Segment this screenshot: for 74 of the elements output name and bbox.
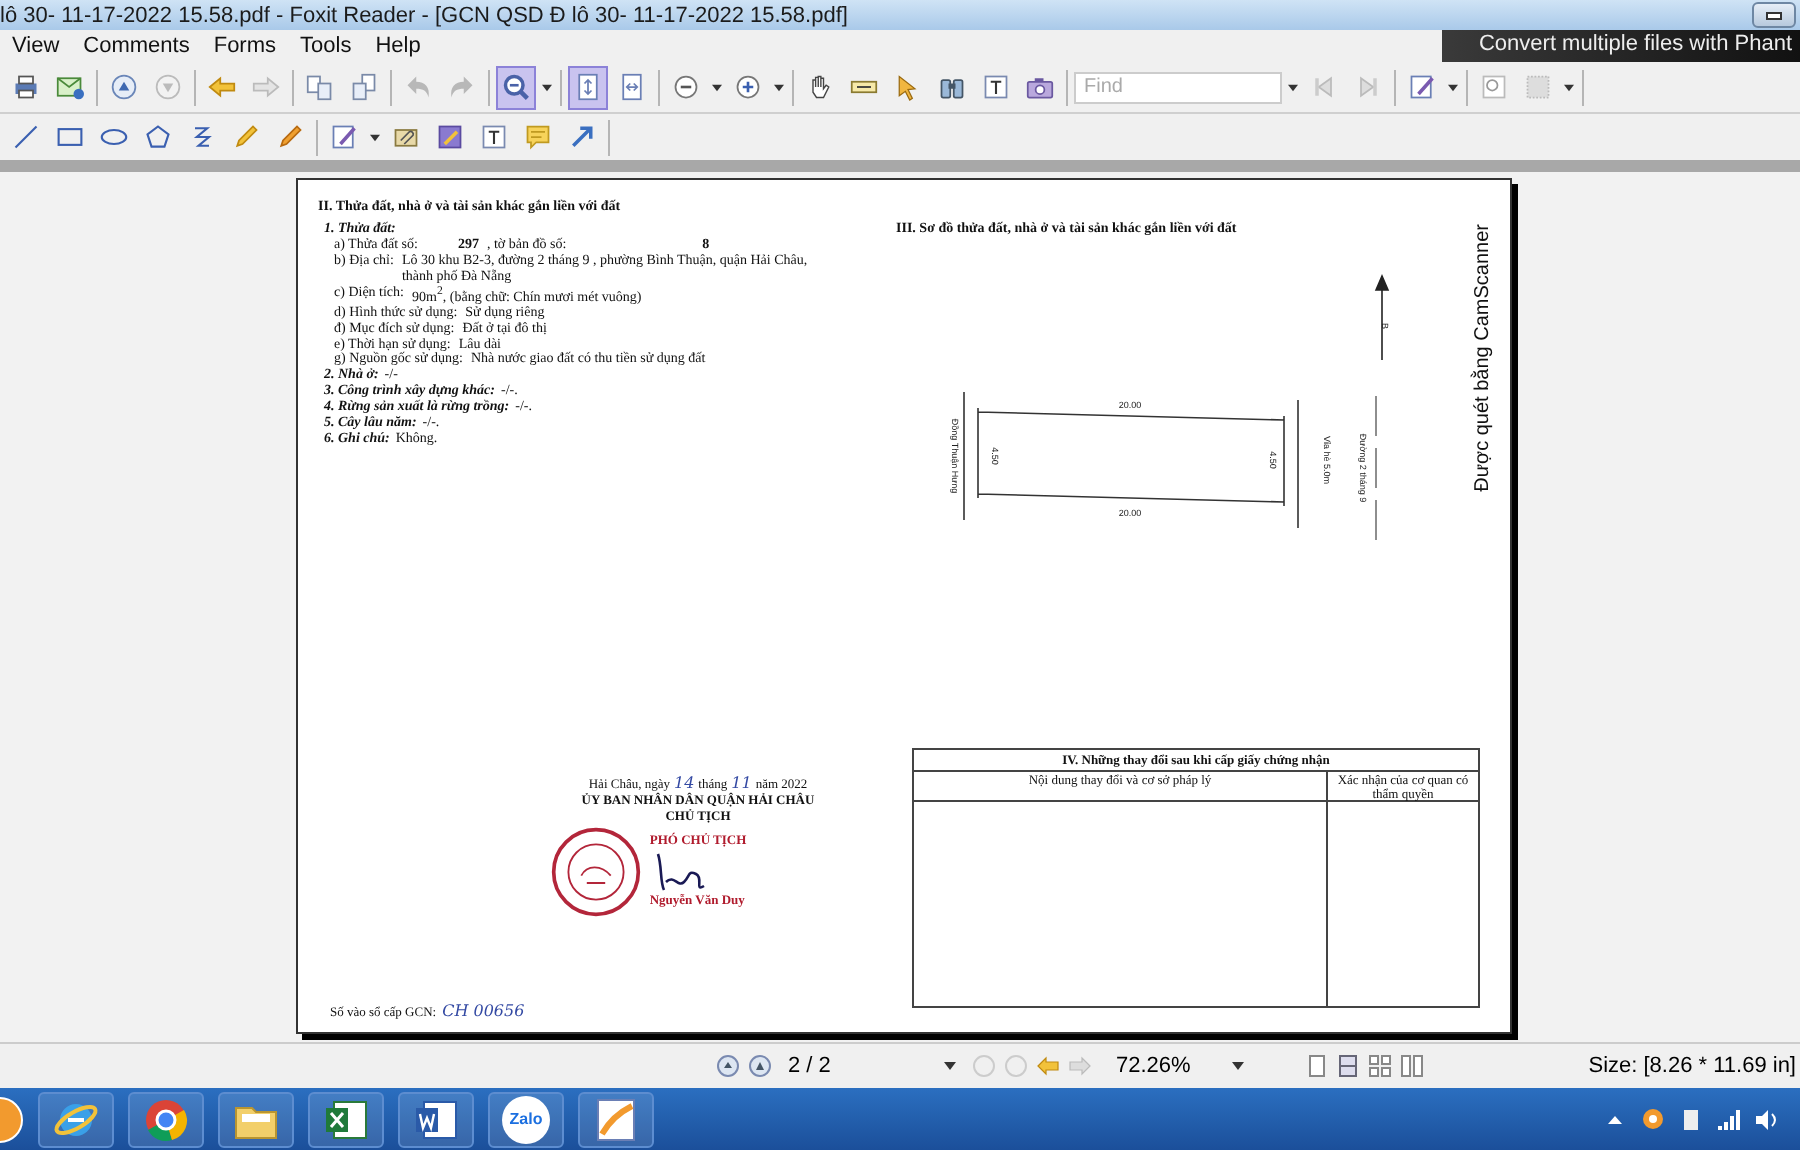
zoom-region-icon	[1480, 70, 1508, 104]
seal-drawing	[549, 826, 642, 918]
continuous-page-icon[interactable]	[1336, 1054, 1360, 1078]
scan-note: Được quét bằng CamScanner	[1472, 224, 1494, 492]
menu-item[interactable]: Comments	[71, 34, 202, 58]
down-circle-icon	[154, 70, 182, 104]
menu-item[interactable]: Help	[363, 34, 433, 58]
menu-item[interactable]: View	[0, 34, 72, 58]
speaker-icon[interactable]	[1754, 1106, 1780, 1132]
menu-item[interactable]: Forms	[201, 34, 289, 58]
find-field[interactable]: Find	[1074, 71, 1282, 103]
caret-icon	[370, 133, 380, 141]
comment-icon	[524, 120, 552, 154]
caret-icon	[1448, 83, 1458, 91]
text-tool-icon	[480, 120, 508, 154]
pen-note-icon	[330, 120, 358, 154]
caret-icon	[774, 83, 784, 91]
zoom-out-icon	[672, 70, 700, 104]
pen-note-icon	[1408, 70, 1436, 104]
hand-icon	[806, 70, 834, 104]
zoom-out-button[interactable]	[496, 65, 536, 109]
line-icon	[12, 120, 40, 154]
fit-page-icon	[574, 70, 602, 104]
network-icon[interactable]	[1640, 1106, 1666, 1132]
zoom-in-icon	[734, 70, 762, 104]
fit-width-icon	[618, 70, 646, 104]
taskbar-app[interactable]	[308, 1091, 384, 1147]
taskbar-app[interactable]	[38, 1091, 114, 1147]
promo-banner[interactable]: Convert multiple files with Phant	[1442, 30, 1800, 62]
text-tool-icon	[982, 70, 1010, 104]
fit-page-button[interactable]	[568, 65, 608, 109]
taskbar-app[interactable]	[218, 1091, 294, 1147]
first-page-icon[interactable]	[716, 1054, 740, 1078]
caret-icon	[712, 83, 722, 91]
taskbar-app[interactable]	[398, 1091, 474, 1147]
north-arrow-icon	[1375, 273, 1389, 361]
taskbar-app[interactable]	[578, 1091, 654, 1147]
two-page-icon[interactable]	[1400, 1054, 1424, 1078]
page-field[interactable]: 2 / 2	[780, 1050, 964, 1082]
pages-icon	[350, 70, 378, 104]
start-button[interactable]	[0, 1095, 24, 1143]
pdf-reader-icon	[592, 1095, 640, 1143]
page-size-text: Size: [8.26 * 11.69 in]	[1588, 1054, 1798, 1078]
handwritten-month: 11	[731, 776, 752, 792]
zoom-out-icon	[502, 70, 530, 104]
pointer-icon	[894, 70, 922, 104]
caret-icon	[1564, 83, 1574, 91]
zoom-field[interactable]: 72.26%	[1108, 1050, 1252, 1082]
handwritten-day: 14	[673, 776, 695, 792]
menu-item[interactable]: Tools	[288, 34, 364, 58]
up-circle-icon	[110, 70, 138, 104]
printer-icon	[12, 70, 40, 104]
previous-page-icon[interactable]	[748, 1054, 772, 1078]
spreadsheet-icon	[322, 1095, 370, 1143]
back-icon[interactable]	[1036, 1054, 1060, 1078]
device-icon[interactable]	[1678, 1106, 1704, 1132]
window-title: lô 30- 11-17-2022 15.58.pdf - Foxit Reader - [GCN QSD Đ lô 30- 11-17-2022 15.58.pdf]	[0, 3, 848, 27]
pentagon-icon	[144, 120, 172, 154]
document-icon	[412, 1095, 460, 1143]
minimize-button[interactable]	[1752, 2, 1796, 28]
taskbar-app[interactable]	[128, 1091, 204, 1147]
note-icon	[436, 120, 464, 154]
browser-icon	[142, 1095, 190, 1143]
pattern-icon	[1524, 70, 1552, 104]
single-page-icon[interactable]	[1304, 1054, 1328, 1078]
caret-icon	[1288, 83, 1298, 91]
pages-icon	[306, 70, 334, 104]
caret-icon	[944, 1062, 956, 1070]
signal-icon[interactable]	[1716, 1106, 1742, 1132]
taskbar-app[interactable]: Zalo	[488, 1091, 564, 1147]
facing-pages-icon[interactable]	[1368, 1054, 1392, 1078]
caret-icon	[1232, 1062, 1244, 1070]
register-number: CH 00656	[442, 1002, 525, 1020]
caret-icon	[542, 83, 552, 91]
